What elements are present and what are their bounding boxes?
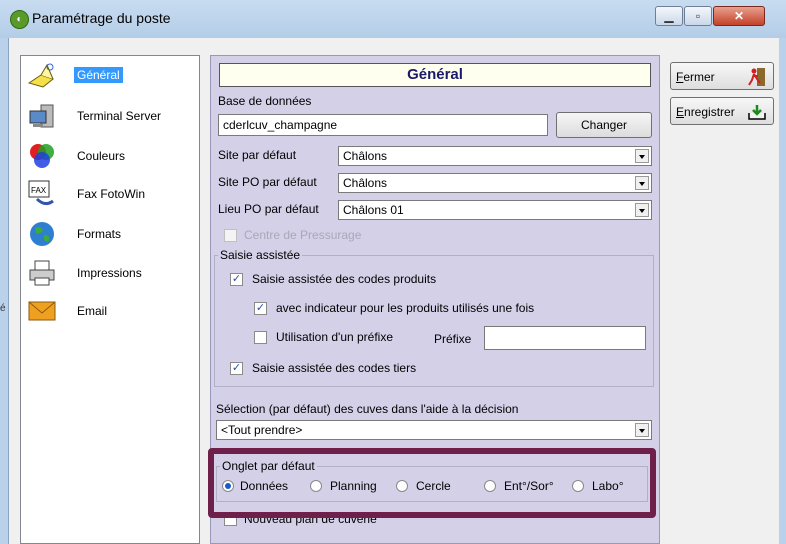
lieu-po-select[interactable]: Châlons 01	[338, 200, 652, 220]
colors-icon	[30, 144, 54, 168]
nav-label: Impressions	[77, 266, 142, 280]
enregistrer-label: Enregistrer	[676, 105, 735, 119]
enregistrer-button[interactable]: Enregistrer	[670, 97, 774, 125]
site-po-label: Site PO par défaut	[218, 175, 317, 189]
indicateur-label: avec indicateur pour les produits utilis…	[276, 301, 535, 315]
codes-tiers-checkbox[interactable]: ✓	[230, 362, 243, 375]
maximize-button[interactable]: ▫	[684, 6, 712, 26]
nav-label: Couleurs	[77, 149, 126, 163]
globe-icon	[30, 222, 54, 246]
database-label: Base de données	[218, 94, 312, 108]
envelope-icon	[28, 301, 56, 321]
chevron-down-icon[interactable]	[635, 149, 649, 163]
maximize-icon: ▫	[695, 9, 701, 23]
fax-icon: FAX	[28, 180, 54, 206]
nav-item-couleurs[interactable]: Couleurs	[21, 139, 199, 173]
exit-icon	[748, 68, 765, 86]
page-title: Général	[219, 63, 651, 87]
nav-item-email[interactable]: Email	[21, 294, 199, 328]
close-icon: ✕	[733, 9, 745, 23]
codes-tiers-label: Saisie assistée des codes tiers	[252, 361, 417, 375]
nav-label: Email	[77, 304, 108, 318]
prefixe-label: Préfixe	[434, 332, 472, 346]
printer-icon	[29, 260, 55, 286]
stray-char: é	[0, 303, 6, 314]
nav-item-general[interactable]: Général	[21, 59, 199, 93]
change-button[interactable]: Changer	[556, 112, 652, 138]
close-button[interactable]: ✕	[713, 6, 765, 26]
nav-label: Formats	[77, 227, 122, 241]
centre-label: Centre de Pressurage	[244, 228, 362, 242]
minimize-button[interactable]: ▁	[655, 6, 683, 26]
site-po-value: Châlons	[343, 176, 388, 190]
prefixe-use-label: Utilisation d'un préfixe	[276, 330, 394, 344]
nav-item-formats[interactable]: Formats	[21, 217, 199, 251]
nav-item-fax-fotowin[interactable]: FAX Fax FotoWin	[21, 177, 199, 211]
site-label: Site par défaut	[218, 148, 297, 162]
nav-item-impressions[interactable]: Impressions	[21, 256, 199, 290]
codes-produits-checkbox[interactable]: ✓	[230, 273, 243, 286]
window-title: Paramétrage du poste	[32, 10, 171, 26]
app-icon: ◐	[10, 10, 29, 29]
selection-select[interactable]: <Tout prendre>	[216, 420, 652, 440]
terminal-server-icon	[29, 104, 54, 128]
site-value: Châlons	[343, 149, 388, 163]
chevron-down-icon[interactable]	[635, 176, 649, 190]
fermer-button[interactable]: Fermer	[670, 62, 774, 90]
nav-item-terminal-server[interactable]: Terminal Server	[21, 99, 199, 133]
fax-icon-text: FAX	[31, 186, 47, 195]
centre-checkbox[interactable]	[224, 229, 237, 242]
nav-list[interactable]: Général Terminal Server Couleurs FAX Fax…	[20, 55, 200, 544]
prefixe-checkbox[interactable]	[254, 331, 267, 344]
chevron-down-icon[interactable]	[635, 423, 649, 437]
database-field[interactable]: cderlcuv_champagne	[218, 114, 548, 136]
lieu-po-label: Lieu PO par défaut	[218, 202, 319, 216]
fermer-label: Fermer	[676, 70, 715, 84]
save-icon	[748, 105, 766, 120]
highlight-box	[208, 448, 656, 518]
selection-value: <Tout prendre>	[221, 423, 303, 437]
nav-label: Terminal Server	[77, 109, 162, 123]
chevron-down-icon[interactable]	[635, 203, 649, 217]
minimize-icon: ▁	[664, 9, 674, 23]
prefixe-field[interactable]	[484, 326, 646, 350]
codes-produits-label: Saisie assistée des codes produits	[252, 272, 437, 286]
selection-label: Sélection (par défaut) des cuves dans l'…	[216, 402, 519, 416]
nav-label: Général	[74, 67, 123, 83]
indicateur-checkbox[interactable]: ✓	[254, 302, 267, 315]
assisted-legend: Saisie assistée	[218, 248, 303, 262]
lieu-po-value: Châlons 01	[343, 203, 404, 217]
general-icon	[27, 63, 55, 88]
site-po-select[interactable]: Châlons	[338, 173, 652, 193]
site-select[interactable]: Châlons	[338, 146, 652, 166]
nav-label: Fax FotoWin	[77, 187, 146, 201]
